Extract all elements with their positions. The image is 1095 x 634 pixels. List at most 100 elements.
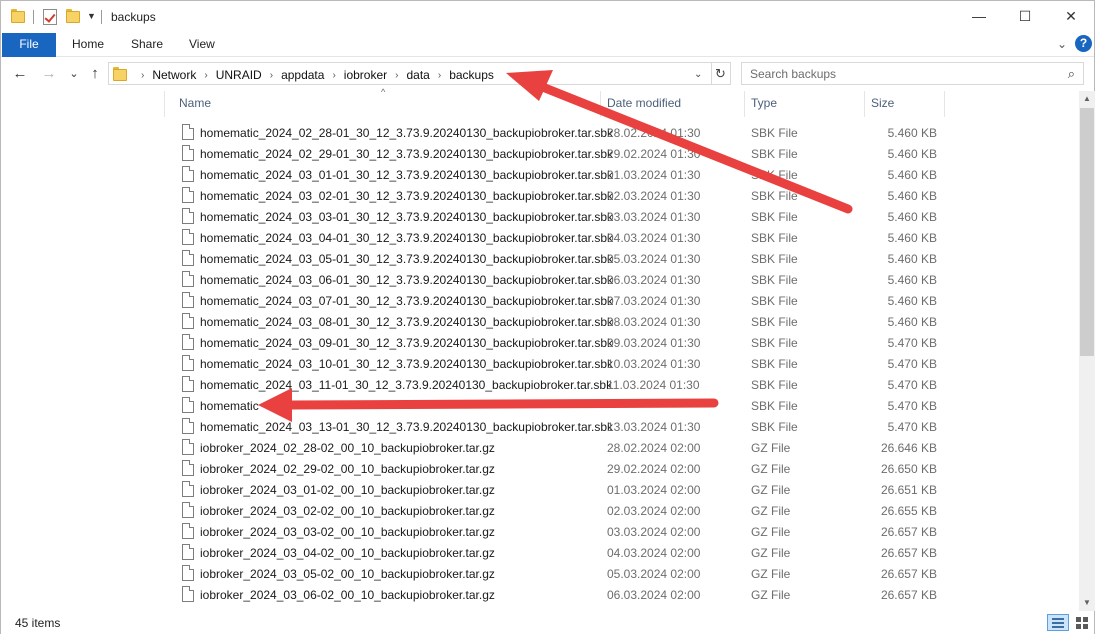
breadcrumb-appdata[interactable]: appdata (281, 68, 324, 82)
file-icon (182, 271, 194, 287)
scroll-down-icon[interactable]: ▼ (1079, 595, 1095, 611)
file-row[interactable]: iobroker_2024_03_05-02_00_10_backupiobro… (176, 563, 956, 584)
tab-view[interactable]: View (179, 33, 225, 57)
column-divider[interactable] (864, 91, 865, 117)
column-divider[interactable] (744, 91, 745, 117)
file-row[interactable]: homematic_2024_03_04-01_30_12_3.73.9.202… (176, 227, 956, 248)
file-row[interactable]: iobroker_2024_03_04-02_00_10_backupiobro… (176, 542, 956, 563)
scroll-up-icon[interactable]: ▲ (1079, 91, 1095, 107)
chevron-right-icon[interactable]: › (204, 70, 207, 81)
maximize-button[interactable]: ☐ (1002, 1, 1048, 33)
customize-toolbar-icon[interactable]: ▼ (87, 11, 96, 21)
up-button[interactable]: ↑ (85, 65, 105, 82)
file-name: homematic_2024_03_08-01_30_12_3.73.9.202… (200, 315, 613, 329)
file-size: 26.650 KB (880, 462, 937, 476)
file-row[interactable]: iobroker_2024_03_01-02_00_10_backupiobro… (176, 479, 956, 500)
file-icon (182, 376, 194, 392)
file-row[interactable]: homematic_2024_03_03-01_30_12_3.73.9.202… (176, 206, 956, 227)
column-divider[interactable] (944, 91, 945, 117)
file-type: SBK File (751, 357, 798, 371)
file-size: 5.460 KB (887, 147, 937, 161)
file-name: iobroker_2024_03_06-02_00_10_backupiobro… (200, 588, 495, 602)
forward-button[interactable]: → (39, 65, 59, 82)
file-row[interactable]: homematic_2024_03_11-01_30_12_3.73.9.202… (176, 374, 956, 395)
file-type: SBK File (751, 294, 798, 308)
tab-home[interactable]: Home (62, 33, 114, 57)
close-button[interactable]: ✕ (1048, 1, 1094, 33)
file-icon (182, 166, 194, 182)
new-folder-icon[interactable] (66, 9, 80, 23)
recent-locations-button[interactable]: ⌄ (64, 67, 84, 80)
chevron-right-icon[interactable]: › (438, 70, 441, 81)
file-row[interactable]: homematic_2024_03_06-01_30_12_3.73.9.202… (176, 269, 956, 290)
scrollbar-thumb[interactable] (1080, 108, 1094, 356)
address-bar[interactable]: › Network › UNRAID › appdata › iobroker … (108, 62, 712, 85)
refresh-button[interactable]: ↻ (711, 62, 731, 85)
file-icon (182, 313, 194, 329)
file-row[interactable]: homematic_2024_03_10-01_30_12_3.73.9.202… (176, 353, 956, 374)
file-icon (182, 439, 194, 455)
file-row[interactable]: iobroker_2024_03_06-02_00_10_backupiobro… (176, 584, 956, 605)
chevron-right-icon[interactable]: › (270, 70, 273, 81)
file-row[interactable]: iobroker_2024_02_28-02_00_10_backupiobro… (176, 437, 956, 458)
help-icon[interactable]: ? (1075, 35, 1092, 52)
window-title: backups (111, 10, 156, 24)
file-type: GZ File (751, 483, 791, 497)
breadcrumb-data[interactable]: data (407, 68, 430, 82)
file-date-modified: 05.03.2024 02:00 (607, 567, 701, 581)
large-icons-view-button[interactable] (1071, 614, 1093, 631)
file-date-modified: 02.03.2024 01:30 (607, 189, 701, 203)
search-input[interactable]: Search backups (750, 67, 836, 81)
file-row[interactable]: homematic_2024_03_07-01_30_12_3.73.9.202… (176, 290, 956, 311)
column-header-type[interactable]: Type (751, 96, 777, 110)
file-type: SBK File (751, 420, 798, 434)
vertical-scrollbar[interactable]: ▲ ▼ (1079, 91, 1095, 611)
tab-share[interactable]: Share (121, 33, 173, 57)
file-row[interactable]: homematic SBK File 5.470 KB (176, 395, 956, 416)
column-header-name[interactable]: Name (179, 96, 211, 110)
properties-icon[interactable] (43, 9, 57, 25)
file-name: homematic_2024_03_04-01_30_12_3.73.9.202… (200, 231, 613, 245)
details-view-button[interactable] (1047, 614, 1069, 631)
file-row[interactable]: homematic_2024_03_13-01_30_12_3.73.9.202… (176, 416, 956, 437)
search-icon[interactable]: ⌕ (1068, 66, 1075, 82)
expand-ribbon-icon[interactable]: ⌄ (1057, 37, 1067, 51)
file-row[interactable]: homematic_2024_03_05-01_30_12_3.73.9.202… (176, 248, 956, 269)
breadcrumb-unraid[interactable]: UNRAID (216, 68, 262, 82)
file-row[interactable]: homematic_2024_03_09-01_30_12_3.73.9.202… (176, 332, 956, 353)
address-dropdown-icon[interactable]: ⌄ (694, 69, 702, 80)
file-type: GZ File (751, 504, 791, 518)
file-type: GZ File (751, 588, 791, 602)
file-row[interactable]: homematic_2024_02_28-01_30_12_3.73.9.202… (176, 122, 956, 143)
ribbon-tabs: File Home Share View ⌄ (1, 33, 1094, 57)
file-row[interactable]: homematic_2024_03_01-01_30_12_3.73.9.202… (176, 164, 956, 185)
chevron-right-icon[interactable]: › (332, 70, 335, 81)
chevron-right-icon[interactable]: › (395, 70, 398, 81)
file-icon (182, 355, 194, 371)
file-row[interactable]: iobroker_2024_03_02-02_00_10_backupiobro… (176, 500, 956, 521)
file-row[interactable]: iobroker_2024_03_03-02_00_10_backupiobro… (176, 521, 956, 542)
column-divider[interactable] (164, 91, 165, 117)
column-divider[interactable] (600, 91, 601, 117)
file-icon (182, 187, 194, 203)
column-header-date-modified[interactable]: Date modified (607, 96, 681, 110)
breadcrumb-iobroker[interactable]: iobroker (344, 68, 387, 82)
toolbar-divider (101, 10, 102, 24)
file-icon (182, 481, 194, 497)
minimize-button[interactable]: — (956, 1, 1002, 33)
breadcrumb-network[interactable]: Network (152, 68, 196, 82)
file-icon (182, 124, 194, 140)
file-row[interactable]: homematic_2024_03_02-01_30_12_3.73.9.202… (176, 185, 956, 206)
back-button[interactable]: ← (10, 65, 30, 82)
file-date-modified: 11.03.2024 01:30 (607, 378, 700, 392)
folder-icon[interactable] (11, 9, 25, 23)
tab-file[interactable]: File (2, 33, 56, 57)
file-row[interactable]: iobroker_2024_02_29-02_00_10_backupiobro… (176, 458, 956, 479)
chevron-right-icon[interactable]: › (141, 70, 144, 81)
column-header-size[interactable]: Size (871, 96, 894, 110)
file-row[interactable]: homematic_2024_02_29-01_30_12_3.73.9.202… (176, 143, 956, 164)
file-row[interactable]: homematic_2024_03_08-01_30_12_3.73.9.202… (176, 311, 956, 332)
breadcrumb-backups[interactable]: backups (449, 68, 494, 82)
search-box[interactable]: Search backups ⌕ (741, 62, 1084, 85)
status-bar: 45 items (1, 611, 1094, 634)
